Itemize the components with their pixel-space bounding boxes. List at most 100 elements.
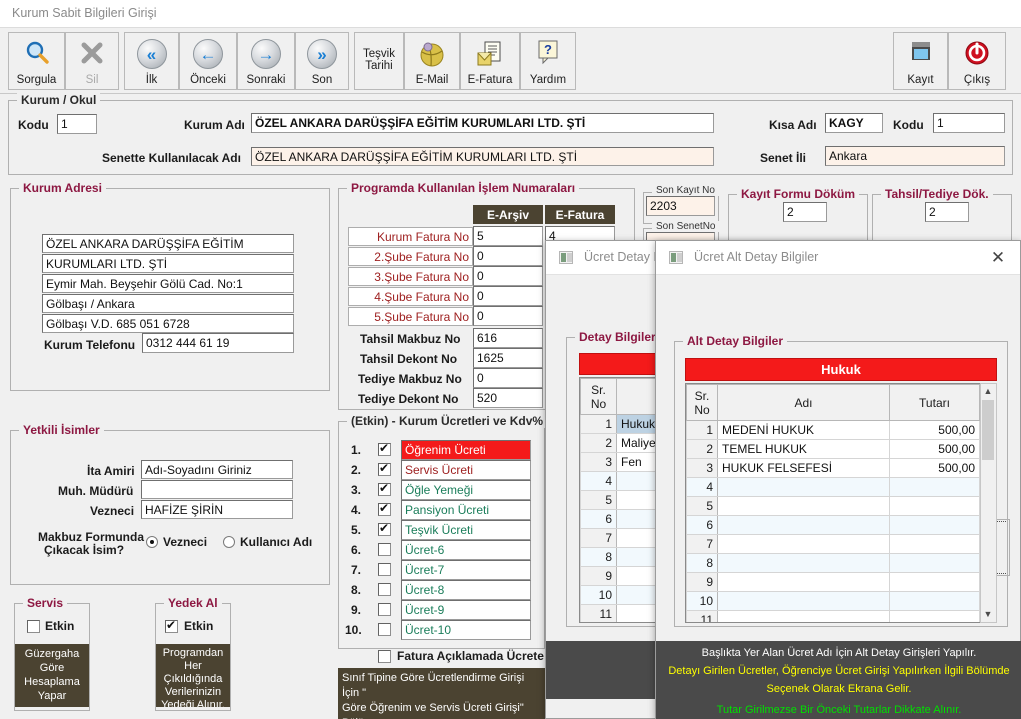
ucret-name-3[interactable]: Pansiyon Ücreti: [401, 500, 531, 520]
sil-button[interactable]: Sil: [65, 32, 119, 90]
ucret-checkbox-6[interactable]: [378, 563, 391, 576]
kisa-adi-input[interactable]: KAGY: [825, 113, 883, 133]
ucret-alt-detay-dialog[interactable]: Ücret Alt Detay Bilgiler ✕ Kayıt: [655, 240, 1021, 719]
yardim-button[interactable]: ? Yardım: [520, 32, 576, 90]
ucret-checkbox-5[interactable]: [378, 543, 391, 556]
ucret-checkbox-4[interactable]: [378, 521, 391, 536]
alt-row-name-5[interactable]: [717, 515, 890, 535]
kodu-input[interactable]: 1: [57, 114, 97, 134]
alt-row-amount-5[interactable]: [889, 515, 980, 535]
sorgula-button[interactable]: Sorgula: [8, 32, 65, 90]
servis-etkin-checkbox[interactable]: [27, 620, 40, 633]
adres-line-2[interactable]: KURUMLARI LTD. ŞTİ: [42, 254, 294, 273]
onceki-button[interactable]: ← Önceki: [179, 32, 237, 90]
kodu2-input[interactable]: 1: [933, 113, 1005, 133]
kayit-formu-dokum-input[interactable]: 2: [783, 202, 827, 222]
alt-row-amount-7[interactable]: [889, 553, 980, 573]
tahsil-dekont-no-input[interactable]: 1625: [473, 348, 543, 368]
ucret-name-7[interactable]: Ücret-8: [401, 580, 531, 600]
islem-row-earsiv-2[interactable]: 0: [473, 266, 543, 286]
alt-row-amount-4[interactable]: [889, 496, 980, 516]
senette-input[interactable]: ÖZEL ANKARA DARÜŞŞİFA EĞİTİM KURUMLARI L…: [251, 147, 714, 166]
scroll-up-icon[interactable]: ▲: [981, 384, 995, 399]
alt-row-name-9[interactable]: [717, 591, 890, 611]
ucret-name-8[interactable]: Ücret-9: [401, 600, 531, 620]
scroll-down-icon[interactable]: ▼: [981, 607, 995, 622]
alt-row-amount-2[interactable]: 500,00: [889, 458, 980, 478]
alt-detay-red-header: Hukuk: [685, 358, 997, 381]
son-kayit-no-caption: Son Kayıt No: [652, 185, 719, 196]
islem-row-earsiv-3[interactable]: 0: [473, 286, 543, 306]
tahsil-makbuz-no-input[interactable]: 616: [473, 328, 543, 348]
yedek-al-etkin-checkbox[interactable]: [165, 618, 178, 633]
alt-row-name-2[interactable]: HUKUK FELSEFESİ: [717, 458, 890, 478]
ucret-name-2[interactable]: Öğle Yemeği: [401, 480, 531, 500]
adres-line-5[interactable]: Gölbaşı V.D. 685 051 6728: [42, 314, 294, 333]
adres-line-4[interactable]: Gölbaşı / Ankara: [42, 294, 294, 313]
email-button[interactable]: E-Mail: [404, 32, 460, 90]
tediye-makbuz-no-input[interactable]: 0: [473, 368, 543, 388]
alt-row-amount-6[interactable]: [889, 534, 980, 554]
ucret-name-9[interactable]: Ücret-10: [401, 620, 531, 640]
alt-row-name-8[interactable]: [717, 572, 890, 592]
islem-row-earsiv-1[interactable]: 0: [473, 246, 543, 266]
alt-row-name-0[interactable]: MEDENİ HUKUK: [717, 420, 890, 440]
scrollbar-thumb[interactable]: [982, 400, 994, 460]
close-icon[interactable]: ✕: [986, 247, 1010, 269]
fatura-aciklamada-label: Fatura Açıklamada Ücrete: [397, 649, 544, 663]
kisa-adi-label: Kısa Adı: [769, 118, 817, 132]
alt-detay-scrollbar[interactable]: ▲ ▼: [980, 383, 997, 623]
ilk-button[interactable]: « İlk: [124, 32, 179, 90]
ucret-checkbox-7[interactable]: [378, 583, 391, 596]
alt-row-name-6[interactable]: [717, 534, 890, 554]
kayit-button[interactable]: Kayıt: [893, 32, 948, 90]
alt-row-name-7[interactable]: [717, 553, 890, 573]
efatura-button[interactable]: E-Fatura: [460, 32, 520, 90]
ucret-checkbox-0[interactable]: [378, 441, 391, 456]
alt-detay-grid[interactable]: Sr. No Adı Tutarı 1 MEDENİ HUKUK 500,00 2 TE…: [685, 383, 997, 623]
alt-row-amount-0[interactable]: 500,00: [889, 420, 980, 440]
alt-row-name-3[interactable]: [717, 477, 890, 497]
window-titlebar: Kurum Sabit Bilgileri Girişi: [0, 0, 1021, 28]
islem-row-earsiv-0[interactable]: 5: [473, 226, 543, 246]
kurum-adi-input[interactable]: ÖZEL ANKARA DARÜŞŞİFA EĞİTİM KURUMLARI L…: [251, 113, 714, 133]
cikis-button[interactable]: Çıkış: [948, 32, 1006, 90]
alt-row-name-4[interactable]: [717, 496, 890, 516]
muh-muduru-input[interactable]: [141, 480, 293, 499]
fatura-aciklamada-checkbox[interactable]: [378, 650, 391, 663]
son-button[interactable]: » Son: [295, 32, 349, 90]
islem-row-earsiv-4[interactable]: 0: [473, 306, 543, 326]
radio-kullanici-adi[interactable]: [223, 536, 235, 548]
ucret-name-5[interactable]: Ücret-6: [401, 540, 531, 560]
tahsil-tediye-dok-input[interactable]: 2: [925, 202, 969, 222]
alt-row-amount-1[interactable]: 500,00: [889, 439, 980, 459]
ucret-name-1[interactable]: Servis Ücreti: [401, 460, 531, 480]
ucret-checkbox-1[interactable]: [378, 461, 391, 476]
radio-vezneci[interactable]: [146, 536, 158, 548]
tesvik-tarihi-button[interactable]: Teşvik Tarihi: [354, 32, 404, 90]
ucret-checkbox-8[interactable]: [378, 603, 391, 616]
ucret-name-4[interactable]: Teşvik Ücreti: [401, 520, 531, 540]
ucret-checkbox-2[interactable]: [378, 481, 391, 496]
kurum-telefonu-input[interactable]: 0312 444 61 19: [142, 333, 294, 353]
adres-line-3[interactable]: Eymir Mah. Beyşehir Gölü Cad. No:1: [42, 274, 294, 293]
tediye-dekont-no-input[interactable]: 520: [473, 388, 543, 408]
alt-row-amount-3[interactable]: [889, 477, 980, 497]
ucret-name-6[interactable]: Ücret-7: [401, 560, 531, 580]
first-record-icon: «: [136, 39, 167, 69]
alt-row-no-10: 11: [686, 610, 718, 622]
senet-ili-input[interactable]: Ankara: [825, 146, 1005, 166]
ucret-checkbox-3[interactable]: [378, 501, 391, 516]
alt-row-amount-9[interactable]: [889, 591, 980, 611]
sonraki-button[interactable]: → Sonraki: [237, 32, 295, 90]
alt-row-name-1[interactable]: TEMEL HUKUK: [717, 439, 890, 459]
ita-amiri-input[interactable]: Adı-Soyadını Giriniz: [141, 460, 293, 479]
ucret-checkbox-9[interactable]: [378, 623, 391, 636]
ucret-name-0[interactable]: Öğrenim Ücreti: [401, 440, 531, 460]
adres-line-1[interactable]: ÖZEL ANKARA DARÜŞŞİFA EĞİTİM: [42, 234, 294, 253]
vezneci-input[interactable]: HAFİZE ŞİRİN: [141, 500, 293, 519]
alt-row-name-10[interactable]: [717, 610, 890, 622]
son-kayit-no-input[interactable]: 2203: [646, 196, 715, 216]
alt-row-amount-10[interactable]: [889, 610, 980, 622]
alt-row-amount-8[interactable]: [889, 572, 980, 592]
